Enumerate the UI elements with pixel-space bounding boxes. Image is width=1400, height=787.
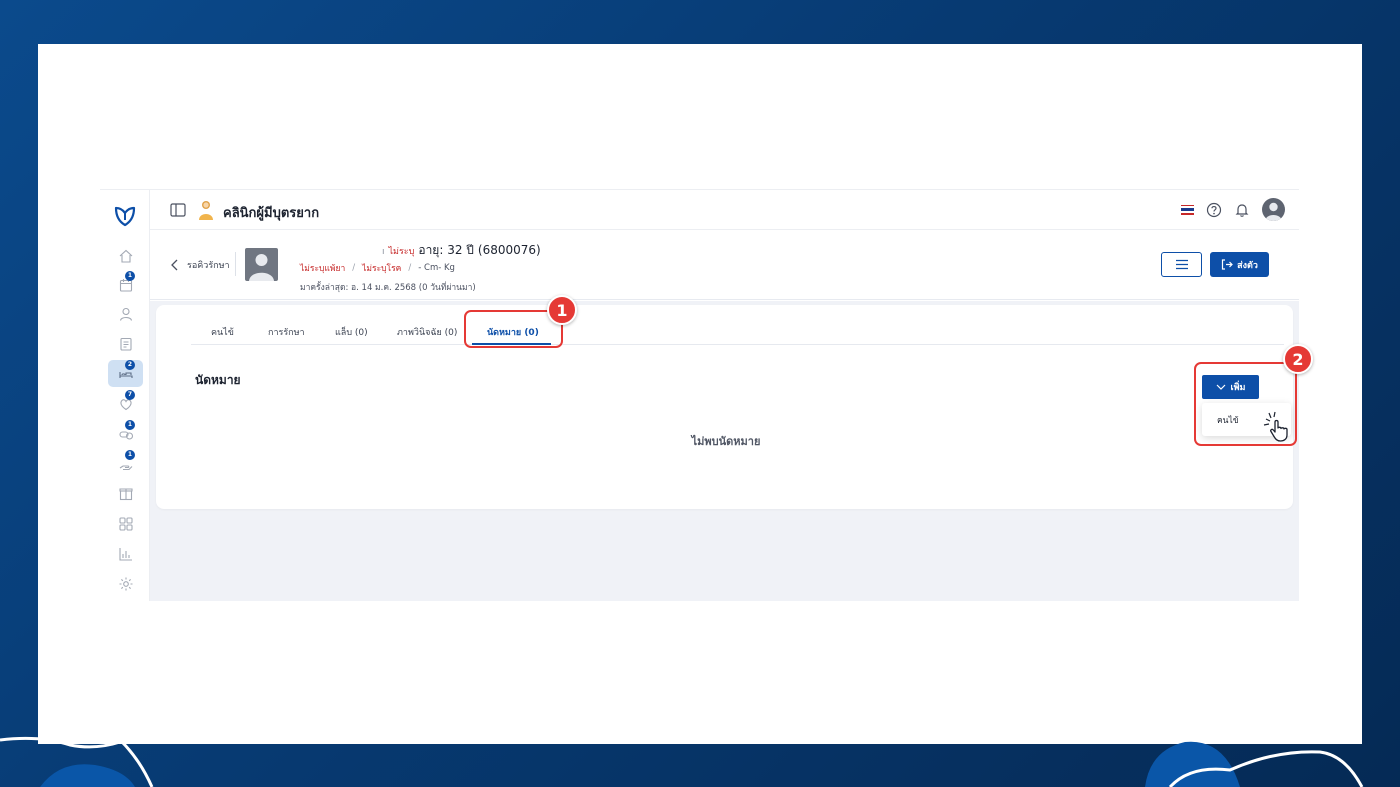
hamburger-icon [1175, 259, 1188, 270]
clinic-logo-icon[interactable] [114, 203, 136, 227]
patient-medical-info: ไม่ระบุแพ้ยา / ไม่ระบุโรค / - Cm- Kg [300, 263, 455, 274]
section-title: นัดหมาย [195, 373, 241, 387]
sidebar-badge: 1 [125, 450, 135, 460]
exit-arrow-icon [1221, 259, 1233, 270]
tab-bar: คนไข้ การรักษา แล็บ (0) ภาพวินิจฉัย (0) … [191, 315, 1284, 345]
sidebar: 1 2 7 1 1 [100, 190, 150, 601]
box-icon [118, 487, 133, 500]
sidebar-item-pills[interactable]: 1 [108, 420, 143, 447]
sidebar-badge: 7 [125, 390, 135, 400]
tab-patient[interactable]: คนไข้ [211, 325, 234, 339]
sidebar-item-user[interactable] [108, 300, 143, 327]
home-icon [119, 249, 132, 263]
sidebar-item-treatment[interactable]: 2 [108, 360, 143, 387]
bar-chart-icon [118, 547, 132, 561]
patient-photo [245, 248, 278, 281]
back-label: รอคิวรักษา [187, 261, 230, 271]
tab-lab[interactable]: แล็บ (0) [335, 325, 368, 339]
help-icon[interactable] [1206, 202, 1222, 218]
clinic-title: คลินิกผู้มีบุตรยาก [223, 206, 320, 221]
sidebar-item-settings[interactable] [108, 570, 143, 597]
patient-summary: ı ไม่ระบุ อายุ: 32 ปี (6800076) [382, 241, 541, 260]
user-avatar-icon [1265, 202, 1282, 221]
empty-message: ไม่พบนัดหมาย [691, 435, 761, 448]
patient-hn: (6800076) [477, 243, 541, 257]
sidebar-item-box[interactable] [108, 480, 143, 507]
menu-button[interactable] [1161, 252, 1202, 277]
patient-age: อายุ: 32 ปี [418, 243, 474, 257]
sidebar-toggle-icon[interactable] [170, 203, 186, 217]
send-button[interactable]: ส่งตัว [1210, 252, 1269, 277]
patient-last-visit: มาครั้งล่าสุด: อ. 14 ม.ค. 2568 (0 วันที่… [300, 283, 476, 293]
clinic-avatar-icon [199, 201, 213, 220]
back-button[interactable]: รอคิวรักษา [170, 258, 230, 272]
gear-icon [119, 577, 132, 590]
step-2-badge: 2 [1283, 344, 1313, 374]
step-1-badge: 1 [547, 295, 577, 325]
sidebar-badge: 1 [125, 420, 135, 430]
sidebar-item-hand-care[interactable]: 1 [108, 450, 143, 477]
sidebar-badge: 1 [125, 271, 135, 281]
apps-icon [118, 516, 133, 531]
topbar-actions [1181, 198, 1285, 221]
hand-cursor-icon [1263, 411, 1288, 442]
chevron-left-icon [171, 259, 178, 271]
sidebar-item-apps[interactable] [108, 510, 143, 537]
bell-icon[interactable] [1234, 202, 1250, 218]
patient-disease: ไม่ระบุโรค [362, 264, 402, 274]
patient-allergy: ไม่ระบุแพ้ยา [300, 264, 346, 274]
appointment-card: คนไข้ การรักษา แล็บ (0) ภาพวินิจฉัย (0) … [156, 305, 1293, 509]
send-label: ส่งตัว [1237, 260, 1258, 271]
record-icon [119, 337, 132, 351]
app-window: 1 2 7 1 1 คลินิกผู้มีบุตรยาก รอคิวรักษา … [100, 189, 1299, 601]
thai-flag-icon[interactable] [1181, 204, 1194, 215]
sidebar-item-record[interactable] [108, 330, 143, 357]
tab-imaging[interactable]: ภาพวินิจฉัย (0) [397, 325, 457, 339]
patient-bar: รอคิวรักษา ı ไม่ระบุ อายุ: 32 ปี (680007… [150, 230, 1299, 300]
topbar: คลินิกผู้มีบุตรยาก [150, 190, 1299, 230]
patient-gender: ไม่ระบุ [388, 247, 415, 257]
sidebar-item-heart[interactable]: 7 [108, 390, 143, 417]
tab-treatment[interactable]: การรักษา [268, 325, 305, 339]
sidebar-item-report[interactable] [108, 540, 143, 567]
patient-body: - Cm- Kg [418, 263, 455, 273]
sidebar-badge: 2 [125, 360, 135, 370]
sidebar-item-calendar[interactable]: 1 [108, 271, 143, 298]
patient-photo-icon [249, 254, 274, 281]
divider [235, 252, 236, 276]
user-avatar[interactable] [1262, 198, 1285, 221]
sidebar-item-home[interactable] [108, 242, 143, 269]
user-icon [119, 307, 132, 321]
content-area: คนไข้ การรักษา แล็บ (0) ภาพวินิจฉัย (0) … [150, 301, 1299, 601]
